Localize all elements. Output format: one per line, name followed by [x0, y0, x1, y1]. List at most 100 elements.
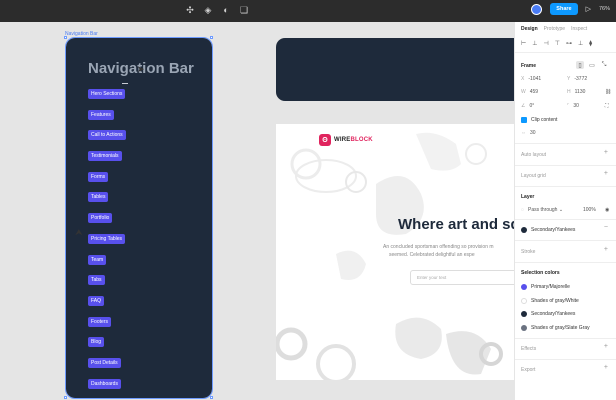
rotation-field[interactable]: ∠ 0°: [521, 103, 534, 109]
color-swatch[interactable]: [521, 297, 527, 304]
align-left-icon[interactable]: ⊢: [521, 40, 526, 47]
opacity-field[interactable]: 100%: [583, 207, 596, 213]
divider: [515, 240, 616, 241]
h-field[interactable]: H 1130: [567, 89, 585, 95]
selection-handle[interactable]: [210, 396, 213, 399]
resize-icon[interactable]: ⤡: [600, 61, 608, 69]
selection-color-item[interactable]: Secondary/Yankees: [521, 311, 575, 317]
color-name: Shades of gray/White: [531, 297, 579, 304]
navigation-bar-frame[interactable]: Navigation Bar Hero Sections Features Call…: [65, 37, 213, 399]
nav-item-button[interactable]: Testimonials: [88, 151, 122, 162]
nav-item-button[interactable]: Tabs: [88, 275, 105, 286]
logo[interactable]: ʘ WIREBLOCK: [319, 134, 373, 146]
add-auto-layout-button[interactable]: +: [604, 149, 608, 156]
fill-swatch[interactable]: [521, 227, 527, 233]
divider: [515, 186, 616, 187]
nav-item-button[interactable]: Post Details: [88, 357, 121, 368]
spacing-field[interactable]: ⇔ 30: [521, 130, 536, 136]
nav-item-button[interactable]: Hero Sections: [88, 89, 126, 99]
nav-item-button[interactable]: Portfolio: [88, 213, 113, 224]
visibility-icon[interactable]: ◉: [605, 207, 609, 213]
selection-color-item[interactable]: Shades of gray/Slate Gray: [521, 324, 590, 331]
align-center-v-icon[interactable]: ⊶: [566, 40, 572, 47]
nav-item-button[interactable]: Features: [88, 109, 114, 120]
blend-mode-select[interactable]: ◌ Pass through ⌄: [521, 207, 563, 213]
present-icon[interactable]: ▷: [586, 5, 591, 13]
radius-field[interactable]: ⌜ 30: [567, 103, 579, 109]
nav-item-button[interactable]: Footers: [88, 316, 111, 327]
divider: [515, 165, 616, 166]
align-center-h-icon[interactable]: ⊥: [532, 40, 537, 47]
toolbar-tools: ✣ ◈ ◐ ❏: [184, 4, 250, 16]
corner-icon[interactable]: ⛶: [605, 103, 609, 109]
color-swatch[interactable]: [521, 284, 527, 290]
add-export-button[interactable]: +: [604, 364, 608, 371]
tab-design[interactable]: Design: [521, 26, 538, 32]
selection-handle[interactable]: [64, 36, 67, 39]
color-swatch[interactable]: [521, 311, 527, 317]
alignment-row: ⊢ ⊥ ⊣ ⊤ ⊶ ⊥ ⧫: [521, 40, 592, 47]
landscape-icon[interactable]: ▭: [588, 61, 596, 69]
add-layout-grid-button[interactable]: +: [604, 170, 608, 177]
align-top-icon[interactable]: ⊤: [555, 40, 560, 47]
zoom-level[interactable]: 76%: [599, 6, 610, 12]
y-field[interactable]: Y -3772: [567, 76, 587, 82]
w-field[interactable]: W 459: [521, 89, 538, 95]
diamond-icon[interactable]: ◈: [202, 4, 214, 16]
nav-item-button[interactable]: Tables: [88, 192, 109, 203]
cursor-icon: ⮝: [75, 227, 83, 237]
nav-item-button[interactable]: Forms: [88, 171, 109, 182]
frame-label[interactable]: Navigation Bar: [65, 31, 98, 37]
distribute-icon[interactable]: ⧫: [589, 40, 592, 47]
color-swatch[interactable]: [521, 324, 527, 331]
color-name: Secondary/Yankees: [531, 311, 576, 317]
fill-row[interactable]: Secondary/Yankees: [521, 227, 575, 233]
contrast-icon[interactable]: ◐: [220, 4, 232, 16]
auto-layout-title: Auto layout: [521, 152, 547, 158]
selection-color-item[interactable]: Primary/Majorelle: [521, 284, 570, 290]
properties-panel: Design Prototype Inspect ⊢ ⊥ ⊣ ⊤ ⊶ ⊥ ⧫ F…: [514, 22, 616, 400]
nav-item-button[interactable]: FAQ: [88, 295, 105, 306]
align-bottom-icon[interactable]: ⊥: [578, 40, 583, 47]
component-icon[interactable]: ✣: [184, 4, 196, 16]
hero-subtext: An concluded sportsman offending so prov…: [383, 244, 494, 258]
layout-grid-title: Layout grid: [521, 173, 546, 179]
canvas[interactable]: Navigation Bar Navigation Bar Hero Secti…: [0, 22, 514, 400]
tab-prototype[interactable]: Prototype: [544, 26, 565, 32]
color-name: Primary/Majorelle: [531, 284, 570, 290]
checkbox[interactable]: [521, 117, 527, 123]
nav-item-button[interactable]: Pricing Tables: [88, 233, 126, 244]
nav-item-button[interactable]: Dashboards: [88, 378, 121, 389]
add-stroke-button[interactable]: +: [604, 246, 608, 253]
remove-fill-button[interactable]: −: [604, 224, 608, 231]
hero-heading: Where art and sq: [398, 216, 514, 233]
hero-input[interactable]: Enter your text: [410, 270, 514, 285]
selection-color-item[interactable]: Shades of gray/White: [521, 297, 579, 304]
divider: [515, 52, 616, 53]
tab-inspect[interactable]: Inspect: [571, 26, 587, 32]
share-button[interactable]: Share: [550, 3, 578, 15]
portrait-icon[interactable]: ▯: [576, 61, 584, 69]
add-effect-button[interactable]: +: [604, 343, 608, 350]
cursor-icon: ➤: [137, 64, 145, 74]
boolean-icon[interactable]: ❏: [238, 4, 250, 16]
align-right-icon[interactable]: ⊣: [543, 40, 548, 47]
selection-handle[interactable]: [210, 36, 213, 39]
divider: [515, 219, 616, 220]
hero-section-frame[interactable]: ʘ WIREBLOCK Where art and sq An conclude…: [276, 124, 514, 380]
nav-item-button[interactable]: Call to Actions: [88, 130, 126, 141]
export-title: Export: [521, 367, 536, 373]
toolbar-right: Share ▷ 76%: [531, 3, 610, 15]
hero-top-frame[interactable]: [276, 38, 514, 101]
clip-content[interactable]: Clip content: [521, 117, 557, 123]
selection-colors-title: Selection colors: [521, 270, 560, 276]
x-field[interactable]: X -1041: [521, 76, 541, 82]
avatar[interactable]: [531, 3, 543, 15]
divider: [515, 359, 616, 360]
title-dash: [122, 83, 128, 84]
constrain-icon[interactable]: ⛓: [605, 89, 611, 95]
nav-item-button[interactable]: Blog: [88, 337, 105, 348]
selection-handle[interactable]: [64, 396, 67, 399]
nav-item-button[interactable]: Team: [88, 254, 107, 265]
divider: [515, 143, 616, 144]
